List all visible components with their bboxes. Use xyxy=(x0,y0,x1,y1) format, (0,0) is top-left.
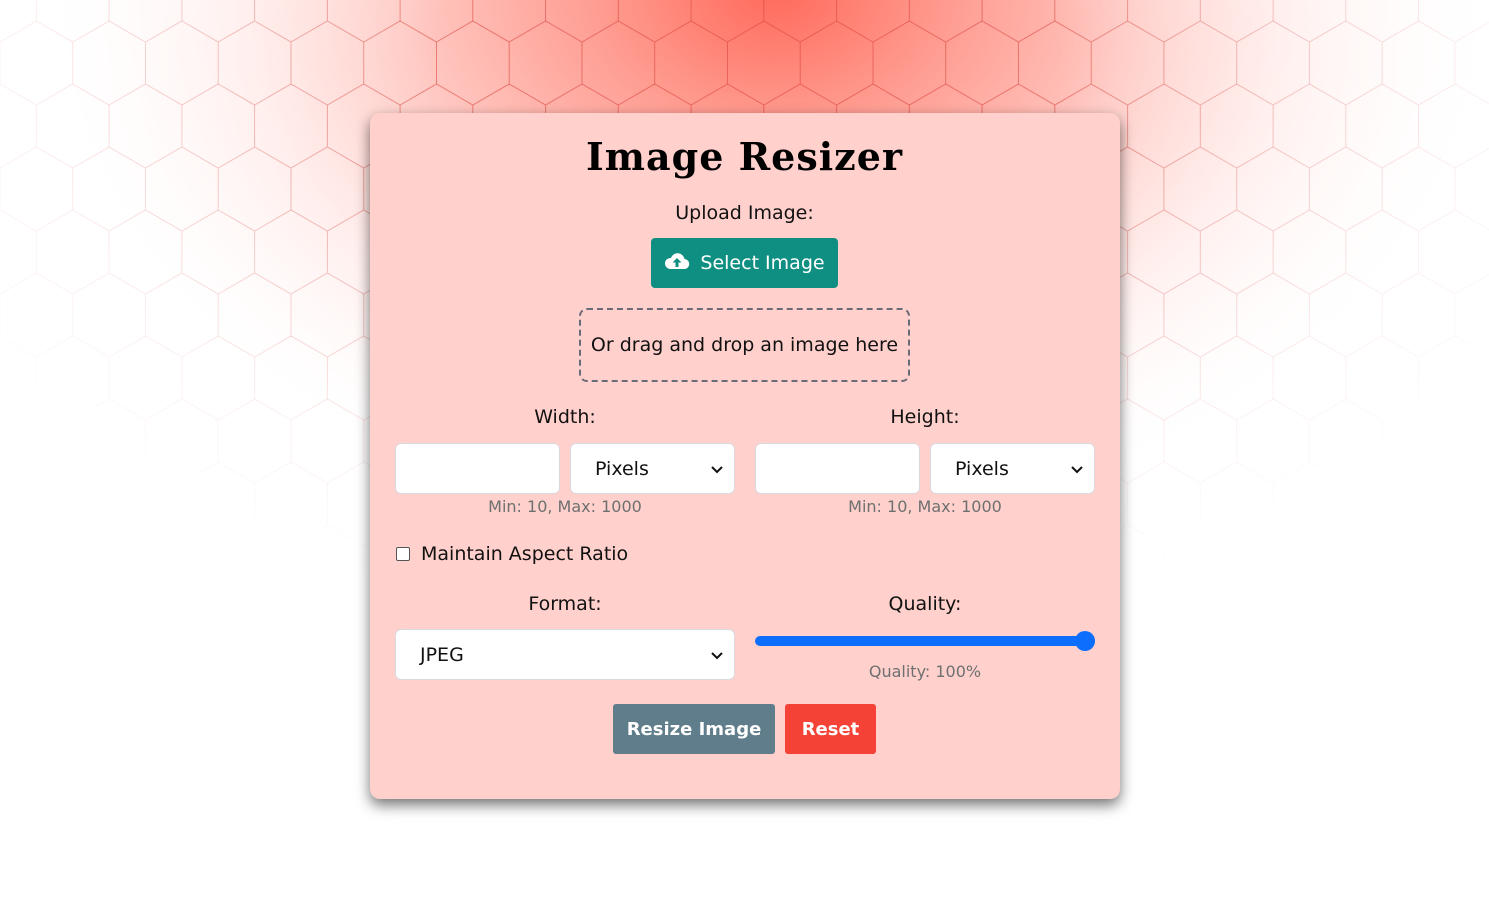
quality-slider[interactable] xyxy=(755,636,1095,646)
chevron-down-icon xyxy=(711,652,723,660)
drop-zone[interactable]: Or drag and drop an image here xyxy=(579,308,910,382)
format-value: JPEG xyxy=(420,643,464,666)
format-label: Format: xyxy=(528,593,602,615)
height-input[interactable] xyxy=(755,443,920,494)
width-label: Width: xyxy=(534,406,596,428)
width-hint: Min: 10, Max: 1000 xyxy=(488,497,642,516)
page-title: Image Resizer xyxy=(586,134,903,179)
select-image-label: Select Image xyxy=(700,252,825,274)
drop-zone-text: Or drag and drop an image here xyxy=(590,334,899,356)
aspect-ratio-checkbox[interactable] xyxy=(396,547,410,561)
quality-readout: Quality: 100% xyxy=(868,662,982,681)
cloud-upload-icon xyxy=(664,251,690,276)
resize-image-button[interactable]: Resize Image xyxy=(613,704,775,754)
width-input[interactable] xyxy=(395,443,560,494)
chevron-down-icon xyxy=(1071,466,1083,474)
chevron-down-icon xyxy=(711,466,723,474)
height-label: Height: xyxy=(890,406,960,428)
select-image-button[interactable]: Select Image xyxy=(651,238,838,288)
height-unit-select[interactable]: Pixels xyxy=(930,443,1095,494)
quality-label: Quality: xyxy=(888,593,962,615)
height-unit-value: Pixels xyxy=(955,457,1009,480)
quality-slider-thumb[interactable] xyxy=(1075,631,1095,651)
width-unit-select[interactable]: Pixels xyxy=(570,443,735,494)
width-unit-value: Pixels xyxy=(595,457,649,480)
aspect-ratio-label[interactable]: Maintain Aspect Ratio xyxy=(421,543,628,565)
upload-label: Upload Image: xyxy=(675,202,814,224)
height-hint: Min: 10, Max: 1000 xyxy=(848,497,1002,516)
format-select[interactable]: JPEG xyxy=(395,629,735,680)
reset-button[interactable]: Reset xyxy=(785,704,876,754)
